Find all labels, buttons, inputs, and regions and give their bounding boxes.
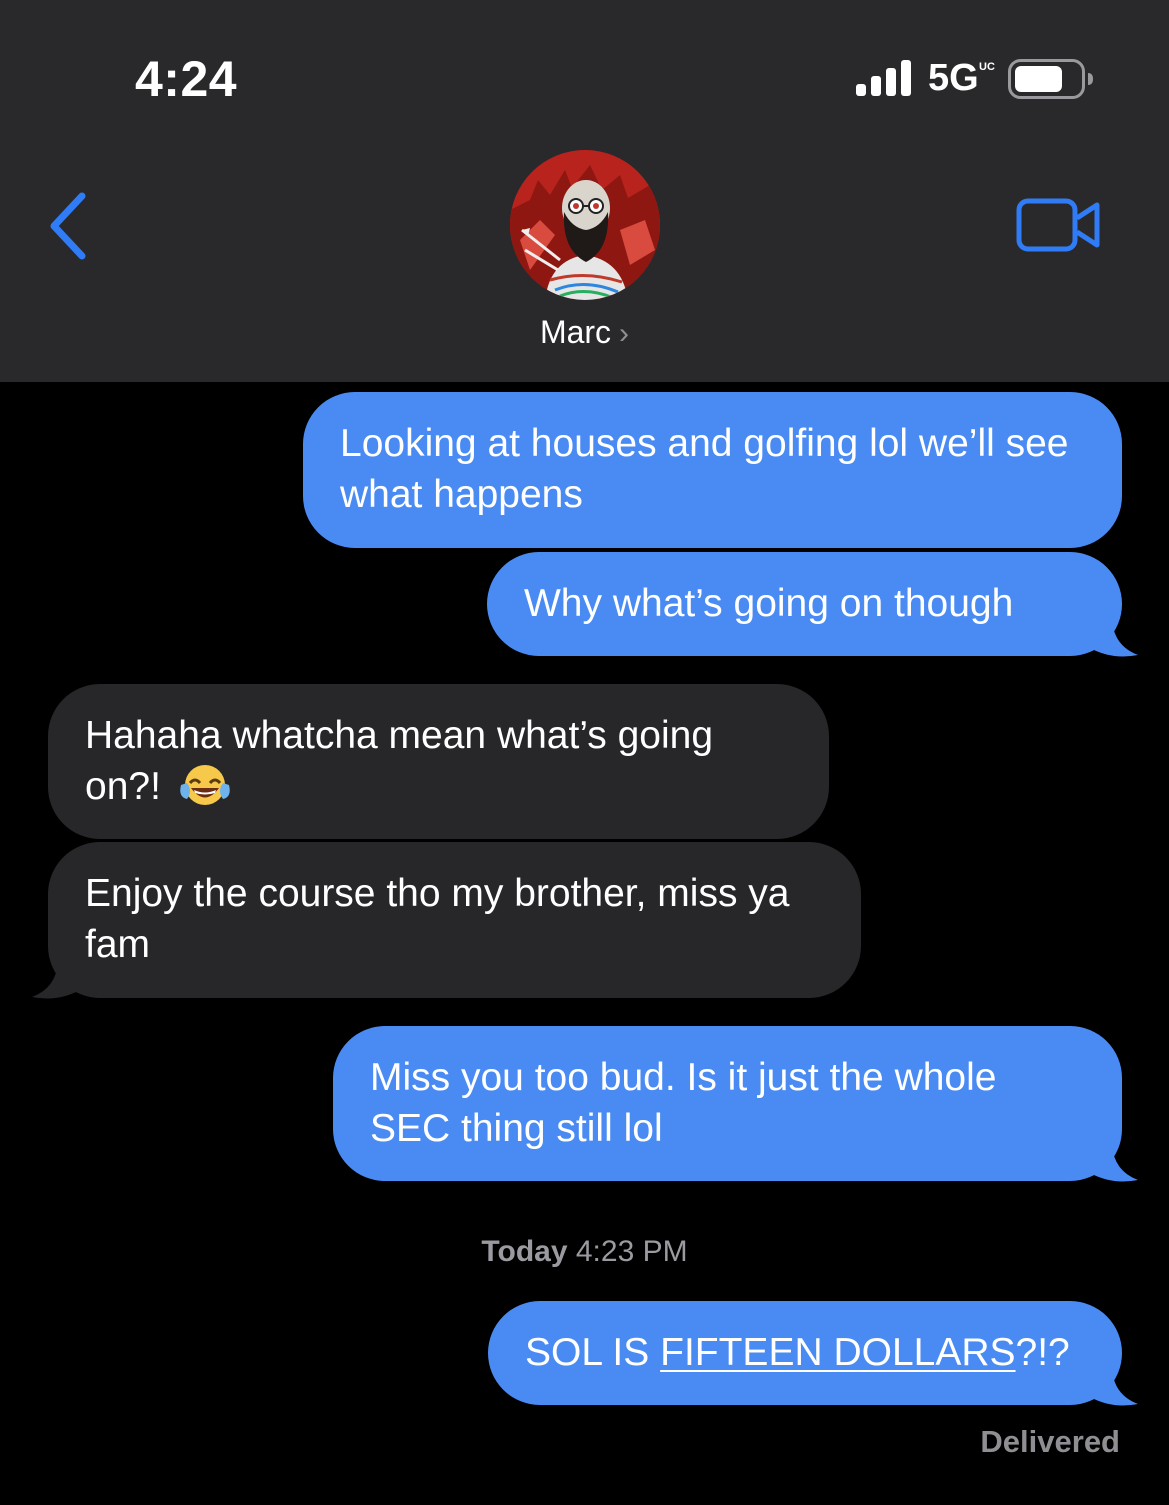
- message-text: Why what’s going on though: [524, 582, 1014, 625]
- bubble-tail: [1090, 1369, 1138, 1406]
- message-bubble-outgoing[interactable]: Miss you too bud. Is it just the whole S…: [333, 1026, 1122, 1181]
- status-time: 4:24: [135, 51, 238, 107]
- message-bubble-outgoing[interactable]: Looking at houses and golfing lol we’ll …: [303, 392, 1122, 548]
- bubble-tail: [1090, 620, 1138, 657]
- message-text: Enjoy the course tho my brother, miss ya…: [85, 872, 790, 966]
- message-text-suffix: ?!?: [1015, 1331, 1070, 1374]
- detected-link[interactable]: FIFTEEN DOLLARS: [660, 1331, 1015, 1374]
- contact-name: Marc: [539, 314, 612, 350]
- chevron-left-icon[interactable]: [44, 190, 94, 262]
- delivery-status: Delivered: [980, 1424, 1120, 1459]
- network-type: 5G: [928, 57, 979, 99]
- video-camera-icon[interactable]: [1016, 198, 1102, 252]
- messages-screen: 4:24 5G UC Marc › Looking at houses and …: [0, 0, 1169, 1505]
- signal-bars-icon: [856, 60, 911, 96]
- message-bubble-outgoing[interactable]: SOL IS FIFTEEN DOLLARS?!?: [488, 1301, 1122, 1405]
- message-bubble-incoming[interactable]: Enjoy the course tho my brother, miss ya…: [48, 842, 861, 998]
- message-text: Looking at houses and golfing lol we’ll …: [340, 422, 1069, 516]
- contact-name-button[interactable]: Marc ›: [0, 314, 1169, 351]
- message-bubble-outgoing[interactable]: Why what’s going on though: [487, 552, 1122, 656]
- battery-icon: [1008, 59, 1093, 99]
- avatar-illustration: [510, 150, 660, 300]
- message-text-prefix: SOL IS: [525, 1331, 661, 1374]
- message-bubble-incoming[interactable]: Hahaha whatcha mean what’s going on?!: [48, 684, 829, 839]
- bubble-tail: [1090, 1145, 1138, 1182]
- conversation-header: 4:24 5G UC Marc ›: [0, 0, 1169, 382]
- timestamp-time: 4:23 PM: [575, 1235, 688, 1268]
- message-text: Miss you too bud. Is it just the whole S…: [370, 1056, 997, 1150]
- avatar[interactable]: [510, 150, 660, 300]
- message-timestamp: Today 4:23 PM: [0, 1235, 1169, 1269]
- laughing-crying-emoji-icon: [180, 765, 230, 805]
- network-suffix: UC: [979, 61, 995, 73]
- chevron-right-icon: ›: [619, 317, 630, 350]
- timestamp-day: Today: [481, 1235, 568, 1268]
- bubble-tail: [32, 962, 80, 999]
